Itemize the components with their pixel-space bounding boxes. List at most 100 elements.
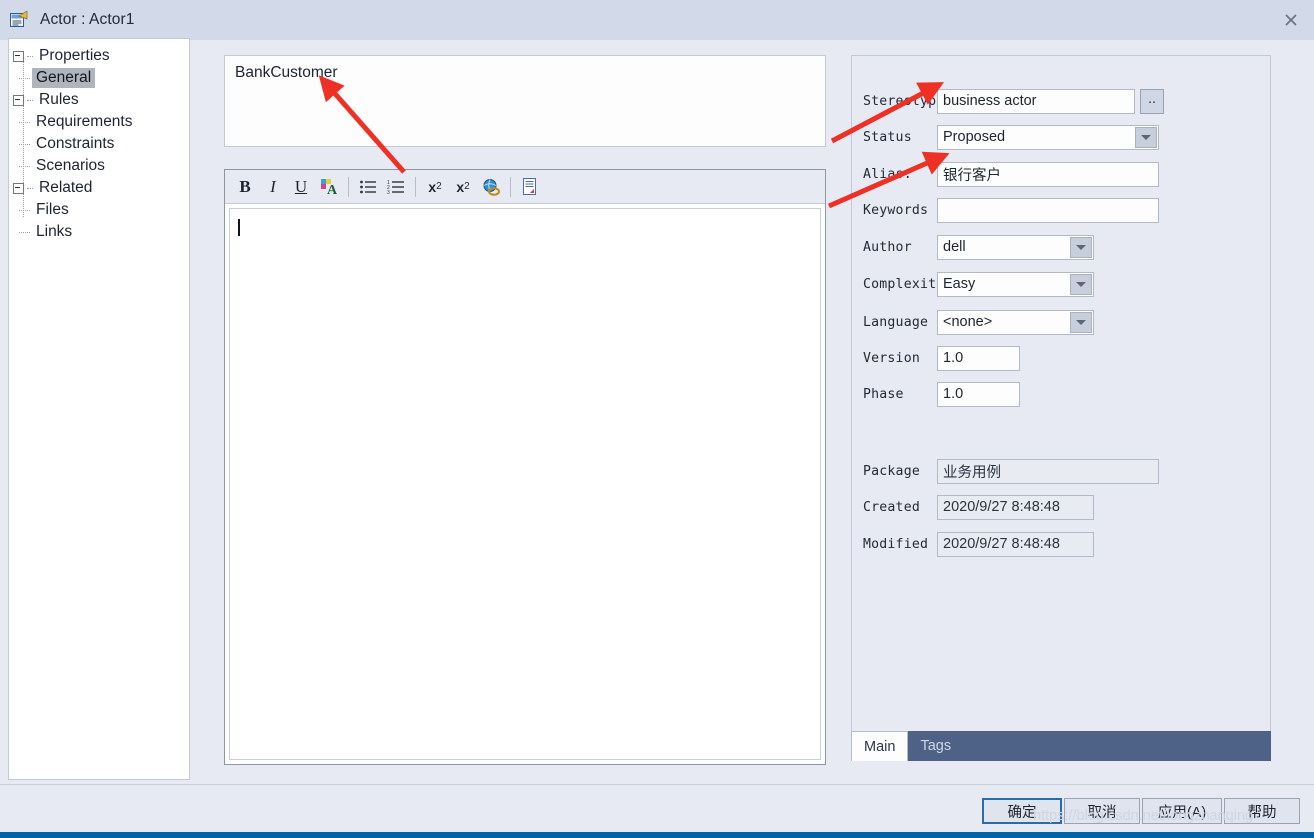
hyperlink-icon[interactable] (477, 174, 505, 200)
tree-item-label: Requirements (36, 113, 133, 130)
tree-connector (27, 99, 33, 101)
toolbar-separator-1 (348, 176, 349, 197)
tree-connector (19, 165, 30, 167)
tree-item-links[interactable]: Links (9, 221, 189, 243)
bold-icon[interactable]: B (231, 174, 259, 200)
field-row-alias: Alias: 银行客户 (852, 160, 1270, 188)
input-author[interactable]: dell (937, 234, 1094, 260)
value-created: 2020/9/27 8:48:48 (943, 499, 1060, 515)
field-row-language: Language <none> (852, 308, 1270, 336)
ok-button[interactable]: 确定 (982, 798, 1062, 824)
value-phase: 1.0 (943, 386, 964, 402)
input-keywords[interactable] (937, 197, 1159, 223)
input-language[interactable]: <none> (937, 309, 1094, 335)
value-language: <none> (943, 314, 993, 330)
tree-connector (19, 121, 30, 123)
label-author: Author (863, 239, 912, 255)
toolbar-separator-2 (415, 176, 416, 197)
apply-button[interactable]: 应用(A) (1142, 798, 1222, 824)
tab-main[interactable]: Main (851, 731, 909, 761)
input-created: 2020/9/27 8:48:48 (937, 494, 1094, 520)
field-row-stereotype: Stereotype business actor.. (852, 87, 1270, 115)
field-row-modified: Modified 2020/9/27 8:48:48 (852, 530, 1270, 558)
tree-connector (19, 209, 30, 211)
tree-item-label: General (32, 68, 96, 88)
label-created: Created (863, 499, 920, 515)
value-stereotype: business actor (943, 93, 1037, 109)
value-package: 业务用例 (943, 464, 1001, 481)
panel-tab-bar[interactable]: Main Tags (851, 731, 1271, 761)
tree-item-general[interactable]: General (9, 67, 189, 89)
numbered-list-icon[interactable]: 1 2 3 (382, 174, 410, 200)
field-row-author: Author dell (852, 233, 1270, 261)
help-button[interactable]: 帮助 (1224, 798, 1300, 824)
collapse-toggle-icon[interactable] (13, 50, 24, 62)
text-caret (238, 219, 240, 236)
value-complexity: Easy (943, 276, 976, 292)
label-modified: Modified (863, 536, 929, 552)
collapse-toggle-icon[interactable] (13, 94, 24, 106)
insert-document-icon[interactable] (516, 174, 544, 200)
notes-text-area[interactable] (229, 208, 821, 760)
notes-editor[interactable]: B I U A 1 2 3 x 2 x 2 (224, 169, 826, 765)
label-phase: Phase (863, 386, 904, 402)
tab-tags[interactable]: Tags (908, 731, 963, 761)
tree-item-properties[interactable]: Properties (9, 45, 189, 67)
font-color-icon[interactable]: A (315, 174, 343, 200)
value-version: 1.0 (943, 350, 964, 366)
tree-item-requirements[interactable]: Requirements (9, 111, 189, 133)
input-phase[interactable]: 1.0 (937, 381, 1020, 407)
input-modified: 2020/9/27 8:48:48 (937, 531, 1094, 557)
subscript-icon[interactable]: x2 (449, 174, 477, 200)
bullet-list-icon[interactable] (354, 174, 382, 200)
stereotype-browse-button[interactable]: .. (1140, 88, 1164, 114)
label-stereotype: Stereotype (863, 93, 937, 109)
input-stereotype[interactable]: business actor (937, 88, 1135, 114)
svg-text:3: 3 (387, 190, 390, 195)
input-alias[interactable]: 银行客户 (937, 161, 1159, 187)
chevron-down-icon[interactable] (1135, 126, 1157, 148)
input-complexity[interactable]: Easy (937, 271, 1094, 297)
chevron-down-icon[interactable] (1070, 311, 1092, 333)
field-row-keywords: Keywords (852, 196, 1270, 224)
field-row-status: Status Proposed (852, 123, 1270, 151)
title-bar: Actor : Actor1 (0, 0, 1314, 40)
tree-item-related[interactable]: Related (9, 177, 189, 199)
underline-icon[interactable]: U (287, 174, 315, 200)
dialog-footer: 确定 取消 应用(A) 帮助 (0, 784, 1314, 833)
tree-connector (19, 77, 30, 79)
tree-item-scenarios[interactable]: Scenarios (9, 155, 189, 177)
tree-item-constraints[interactable]: Constraints (9, 133, 189, 155)
label-keywords: Keywords (863, 202, 929, 218)
input-status[interactable]: Proposed (937, 124, 1159, 150)
value-modified: 2020/9/27 8:48:48 (943, 536, 1060, 552)
chevron-down-icon[interactable] (1070, 273, 1092, 295)
tree-connector (27, 187, 33, 189)
element-name-field[interactable]: BankCustomer (224, 55, 826, 147)
close-icon[interactable] (1268, 0, 1314, 40)
input-version[interactable]: 1.0 (937, 345, 1020, 371)
field-row-package: Package 业务用例 (852, 457, 1270, 485)
label-language: Language (863, 314, 929, 330)
label-status: Status (863, 129, 912, 145)
cancel-button[interactable]: 取消 (1064, 798, 1140, 824)
tree-item-label: Scenarios (36, 157, 105, 174)
chevron-down-icon[interactable] (1070, 236, 1092, 258)
tree-item-rules[interactable]: Rules (9, 89, 189, 111)
tree-item-files[interactable]: Files (9, 199, 189, 221)
rich-text-toolbar: B I U A 1 2 3 x 2 x 2 (225, 170, 825, 204)
value-status: Proposed (943, 129, 1006, 145)
tree-connector (19, 231, 30, 233)
tree-item-label: Files (36, 201, 69, 218)
input-package: 业务用例 (937, 458, 1159, 484)
collapse-toggle-icon[interactable] (13, 182, 24, 194)
tree-item-label: Properties (39, 47, 110, 64)
superscript-icon[interactable]: x2 (421, 174, 449, 200)
toolbar-separator-3 (510, 176, 511, 197)
tree-item-label: Constraints (36, 135, 115, 152)
label-package: Package (863, 463, 920, 479)
tree-connector (27, 55, 33, 57)
label-alias: Alias: (863, 166, 912, 182)
navigation-tree[interactable]: Properties General Rules Requirements Constr… (8, 38, 190, 780)
italic-icon[interactable]: I (259, 174, 287, 200)
